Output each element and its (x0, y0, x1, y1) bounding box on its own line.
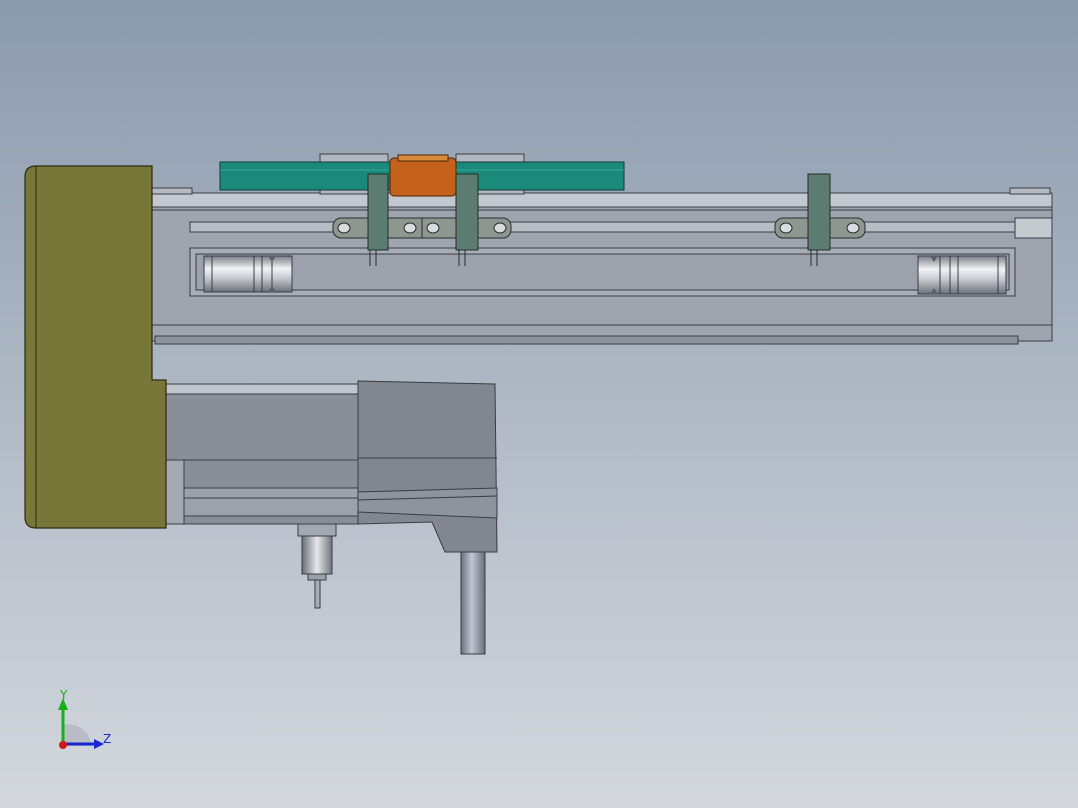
motor-flange[interactable] (24, 165, 167, 529)
y-axis-label: Y (60, 688, 68, 702)
servo-motor-body[interactable] (159, 383, 361, 525)
output-shaft (460, 551, 486, 655)
cad-canvas[interactable] (0, 0, 1078, 808)
rail-end-cap (1014, 217, 1053, 239)
graphics-viewport[interactable]: Y Z (0, 0, 1078, 808)
right-pulley (917, 255, 1007, 295)
z-axis-label: Z (103, 732, 112, 746)
left-pulley (203, 255, 293, 293)
center-slider-block[interactable] (389, 154, 457, 197)
x-axis-dot (59, 741, 67, 749)
